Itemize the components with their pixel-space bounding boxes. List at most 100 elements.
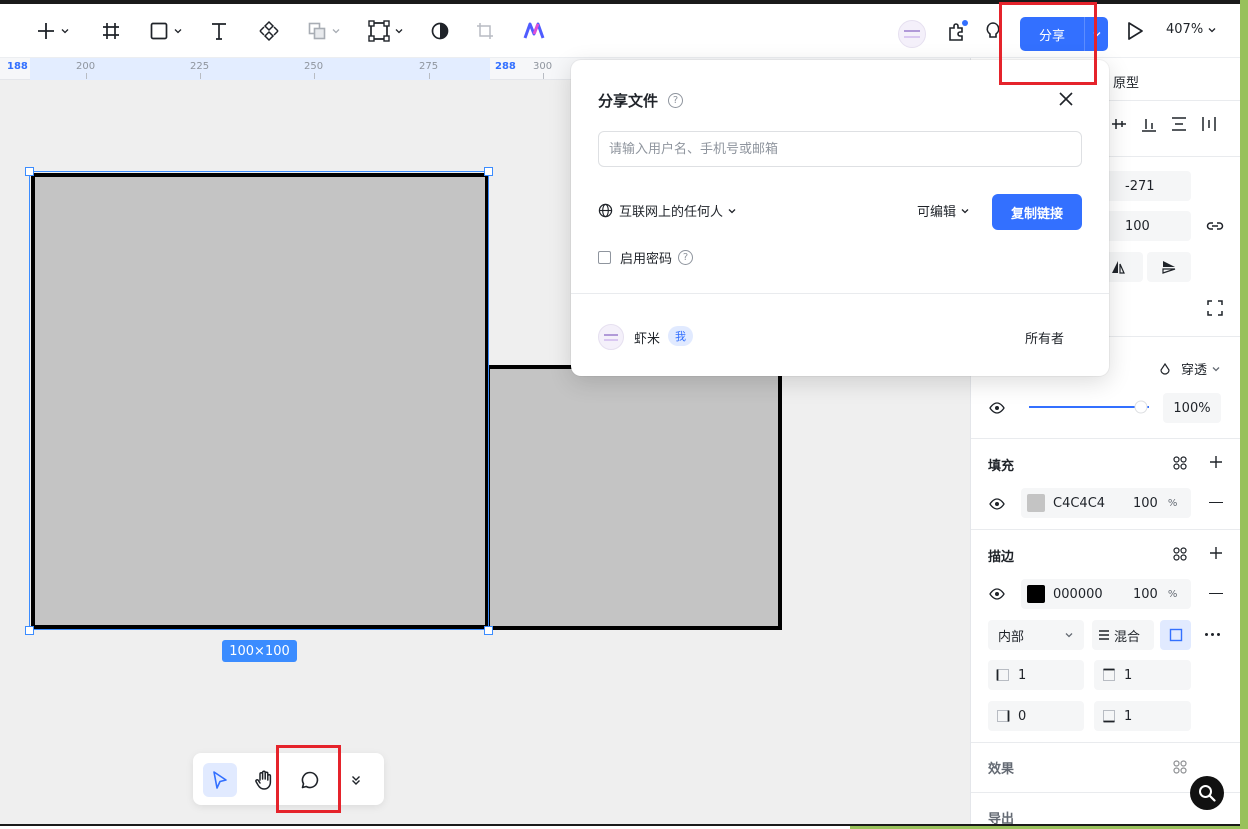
mask-tool-button[interactable] [427, 18, 453, 44]
panel-divider [971, 438, 1240, 439]
opacity-slider-knob[interactable] [1134, 400, 1148, 414]
fill-color-field[interactable]: C4C4C4 100 % [1021, 488, 1191, 518]
component-tool-button[interactable] [256, 18, 282, 44]
layer-visibility-toggle[interactable] [989, 402, 1005, 418]
stroke-bottom-width-field[interactable]: 1 [1094, 701, 1191, 731]
border-bottom-icon [1103, 710, 1115, 723]
border-top-icon [1103, 668, 1115, 681]
remove-stroke-button[interactable] [1209, 593, 1223, 595]
share-file-dialog: 分享文件 ? 互联网上的任何人 可编辑 复制链接 启用密码 ? 虾米 我 所有者 [571, 60, 1109, 376]
add-stroke-button[interactable] [1209, 546, 1223, 564]
align-vertical-center-icon[interactable] [1111, 116, 1127, 132]
tab-prototype[interactable]: 原型 [1113, 72, 1139, 91]
stroke-mode-value: 混合 [1114, 629, 1141, 645]
search-button[interactable] [1190, 776, 1224, 810]
stroke-more-button[interactable] [1205, 633, 1220, 636]
stroke-left-width-field[interactable]: 1 [988, 660, 1084, 690]
more-tools-button[interactable] [339, 763, 373, 797]
remove-fill-button[interactable] [1209, 502, 1223, 504]
chevron-down-icon [728, 208, 736, 213]
fit-content-button[interactable] [1207, 300, 1223, 320]
fill-opacity-unit: % [1167, 497, 1178, 509]
fill-styles-button[interactable] [1173, 456, 1187, 474]
zoom-select[interactable]: 407% [1166, 22, 1217, 37]
stroke-mode-select[interactable]: 混合 [1092, 620, 1154, 650]
add-fill-button[interactable] [1209, 455, 1223, 473]
eye-icon [989, 588, 1005, 600]
member-avatar [598, 324, 624, 350]
zoom-level: 407% [1166, 22, 1204, 37]
dialog-title: 分享文件 [598, 92, 659, 110]
fill-color-swatch[interactable] [1027, 494, 1045, 512]
ai-tool-button[interactable] [521, 18, 547, 44]
chevron-down-icon [961, 208, 969, 213]
distribute-vertical-icon[interactable] [1171, 116, 1187, 132]
invite-user-input[interactable] [598, 131, 1082, 167]
help-icon[interactable]: ? [678, 250, 694, 265]
panel-divider [971, 742, 1240, 743]
border-right-icon [997, 710, 1010, 722]
selection-outline [29, 171, 489, 630]
vector-path-icon [368, 20, 390, 42]
stroke-color-swatch[interactable] [1027, 585, 1045, 603]
effects-styles-button[interactable] [1173, 760, 1187, 778]
opacity-slider[interactable] [1029, 394, 1149, 420]
plugins-button[interactable] [945, 18, 969, 44]
effects-section-title: 效果 [988, 762, 1015, 777]
stroke-visibility-toggle[interactable] [989, 588, 1005, 604]
text-tool-button[interactable] [206, 18, 232, 44]
enable-password-label[interactable]: 启用密码 [620, 248, 672, 267]
resize-handle-bottom-right[interactable] [484, 626, 493, 635]
eye-icon [989, 498, 1005, 510]
boolean-tool-button[interactable] [302, 18, 346, 44]
ruler-label: 250 [304, 61, 324, 72]
stroke-right-width-field[interactable]: 0 [988, 701, 1084, 731]
opacity-field[interactable]: 100% [1163, 393, 1221, 423]
access-scope-select[interactable]: 互联网上的任何人 [598, 201, 737, 220]
fill-visibility-toggle[interactable] [989, 498, 1005, 514]
stroke-per-side-toggle[interactable] [1160, 620, 1191, 650]
shape-tool-button[interactable] [144, 18, 188, 44]
chevron-down-icon [1065, 633, 1073, 638]
stroke-opacity-unit: % [1167, 588, 1178, 600]
ruler-tick [86, 73, 87, 79]
stroke-top-width-field[interactable]: 1 [1094, 660, 1191, 690]
permission-select[interactable]: 可编辑 [917, 201, 970, 220]
stroke-position-value: 内部 [998, 629, 1025, 645]
close-dialog-button[interactable] [1059, 92, 1073, 110]
present-button[interactable] [1123, 18, 1147, 44]
dialog-divider [571, 293, 1109, 294]
constrain-proportions-button[interactable] [1206, 218, 1224, 238]
pen-tool-button[interactable] [364, 18, 408, 44]
stroke-styles-button[interactable] [1173, 547, 1187, 565]
add-tool-button[interactable] [30, 18, 76, 44]
flip-vertical-icon [1162, 261, 1176, 274]
desktop-edge [1240, 0, 1248, 829]
window-bottom-border [0, 824, 1240, 826]
crop-tool-button[interactable] [472, 18, 498, 44]
distribute-horizontal-icon[interactable] [1201, 116, 1217, 132]
chevron-down-icon [1212, 366, 1220, 371]
copy-link-button[interactable]: 复制链接 [992, 194, 1082, 230]
flip-vertical-button[interactable] [1147, 252, 1191, 282]
resize-handle-bottom-left[interactable] [25, 626, 34, 635]
select-tool-button[interactable] [203, 763, 237, 797]
stroke-left-width: 1 [1018, 667, 1027, 683]
component-icon [259, 20, 279, 42]
enable-password-checkbox[interactable] [598, 251, 611, 264]
align-bottom-icon[interactable] [1141, 116, 1157, 132]
puzzle-icon [949, 20, 968, 41]
stroke-position-select[interactable]: 内部 [988, 620, 1084, 650]
resize-handle-top-right[interactable] [484, 167, 493, 176]
help-icon[interactable]: ? [668, 93, 683, 108]
flip-horizontal-icon [1112, 261, 1125, 274]
text-icon [212, 23, 226, 40]
user-avatar[interactable] [898, 20, 926, 48]
rectangle-shape-back[interactable] [486, 365, 782, 630]
ai-logo-icon [523, 22, 545, 39]
blend-mode-value: 穿透 [1181, 363, 1208, 378]
frame-tool-button[interactable] [98, 18, 124, 44]
resize-handle-top-left[interactable] [25, 167, 34, 176]
blend-mode-select[interactable]: 穿透 [1159, 359, 1221, 378]
stroke-color-field[interactable]: 000000 100 % [1021, 579, 1191, 609]
